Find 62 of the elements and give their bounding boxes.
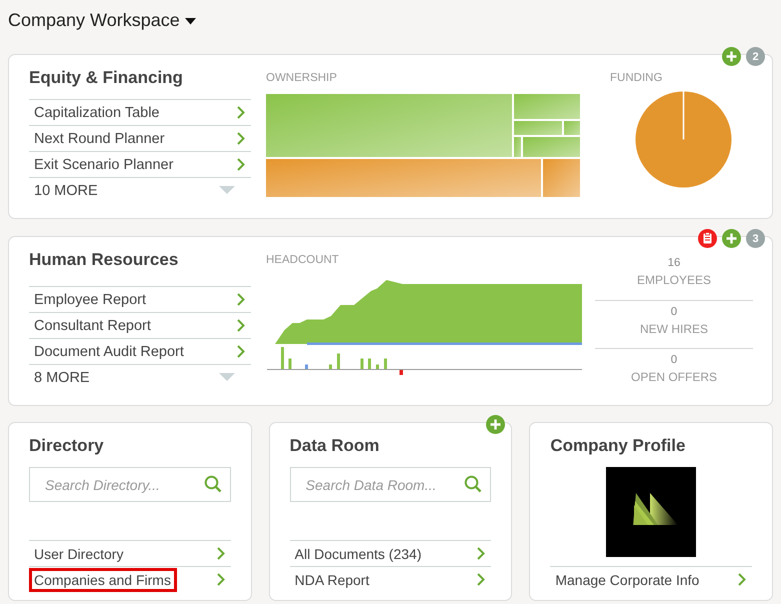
card-title: Data Room <box>290 435 380 457</box>
stat-label: EMPLOYEES <box>636 272 712 289</box>
chevron-icon <box>216 573 225 586</box>
chart-label: FUNDING <box>610 71 664 86</box>
count-badge: 3 <box>746 229 765 248</box>
search-icon[interactable] <box>464 475 482 493</box>
search-field[interactable]: Search Data Room... <box>290 467 492 502</box>
report-link[interactable]: Employee Report <box>29 286 251 312</box>
more-link[interactable]: 10 MORE <box>29 177 251 203</box>
report-link[interactable]: Capitalization Table <box>29 99 251 125</box>
add-icon[interactable] <box>722 229 741 248</box>
chevron-icon <box>477 573 486 586</box>
chevron-icon <box>237 132 245 145</box>
chevron-icon <box>237 106 245 119</box>
chevron-icon <box>477 547 486 560</box>
search-field[interactable]: Search Directory... <box>29 467 231 502</box>
add-icon[interactable] <box>486 415 506 434</box>
directory-link[interactable]: User Directory <box>29 540 231 566</box>
card-title: Human Resources <box>29 249 180 271</box>
directory-link[interactable]: Companies and Firms <box>29 566 231 592</box>
expand-icon <box>219 373 235 382</box>
card-title: Company Profile <box>550 435 686 457</box>
expand-icon <box>219 186 235 195</box>
clipboard-icon[interactable] <box>698 229 717 248</box>
stat-value: 0 <box>670 353 678 368</box>
workspace-title[interactable]: Company Workspace <box>8 10 180 31</box>
change-bar <box>376 364 379 370</box>
caret-icon[interactable] <box>184 18 196 25</box>
chevron-icon <box>237 345 245 358</box>
change-bar <box>400 370 403 375</box>
chevron-icon <box>237 319 245 332</box>
change-bar <box>384 358 387 370</box>
document-link[interactable]: All Documents (234) <box>290 540 492 566</box>
chevron-icon <box>738 573 746 586</box>
stat-label: NEW HIRES <box>640 321 708 338</box>
card-title: Equity & Financing <box>29 67 184 89</box>
stat-label: OPEN OFFERS <box>630 369 717 386</box>
change-bar <box>329 364 332 370</box>
report-link[interactable]: Consultant Report <box>29 312 251 338</box>
search-icon[interactable] <box>204 475 222 493</box>
profile-link[interactable]: Manage Corporate Info <box>550 566 752 592</box>
add-icon[interactable] <box>722 47 741 66</box>
stat-value: 16 <box>668 256 680 271</box>
chevron-icon <box>237 293 245 306</box>
change-bar <box>337 354 340 370</box>
more-link[interactable]: 8 MORE <box>29 364 251 390</box>
report-link[interactable]: Exit Scenario Planner <box>29 151 251 177</box>
chart-label: HEADCOUNT <box>266 253 340 268</box>
change-bar <box>305 364 308 370</box>
report-link[interactable]: Document Audit Report <box>29 338 251 364</box>
document-link[interactable]: NDA Report <box>290 566 492 592</box>
stat-value: 0 <box>670 305 678 320</box>
change-bar <box>360 358 364 370</box>
change-bar <box>281 347 284 370</box>
change-bar <box>368 358 371 370</box>
card-title: Directory <box>29 435 105 457</box>
count-badge: 2 <box>746 47 765 66</box>
chevron-icon <box>237 158 245 171</box>
chevron-icon <box>216 547 225 560</box>
report-link[interactable]: Next Round Planner <box>29 125 251 151</box>
chart-label: OWNERSHIP <box>266 71 338 86</box>
change-bar <box>288 358 292 370</box>
